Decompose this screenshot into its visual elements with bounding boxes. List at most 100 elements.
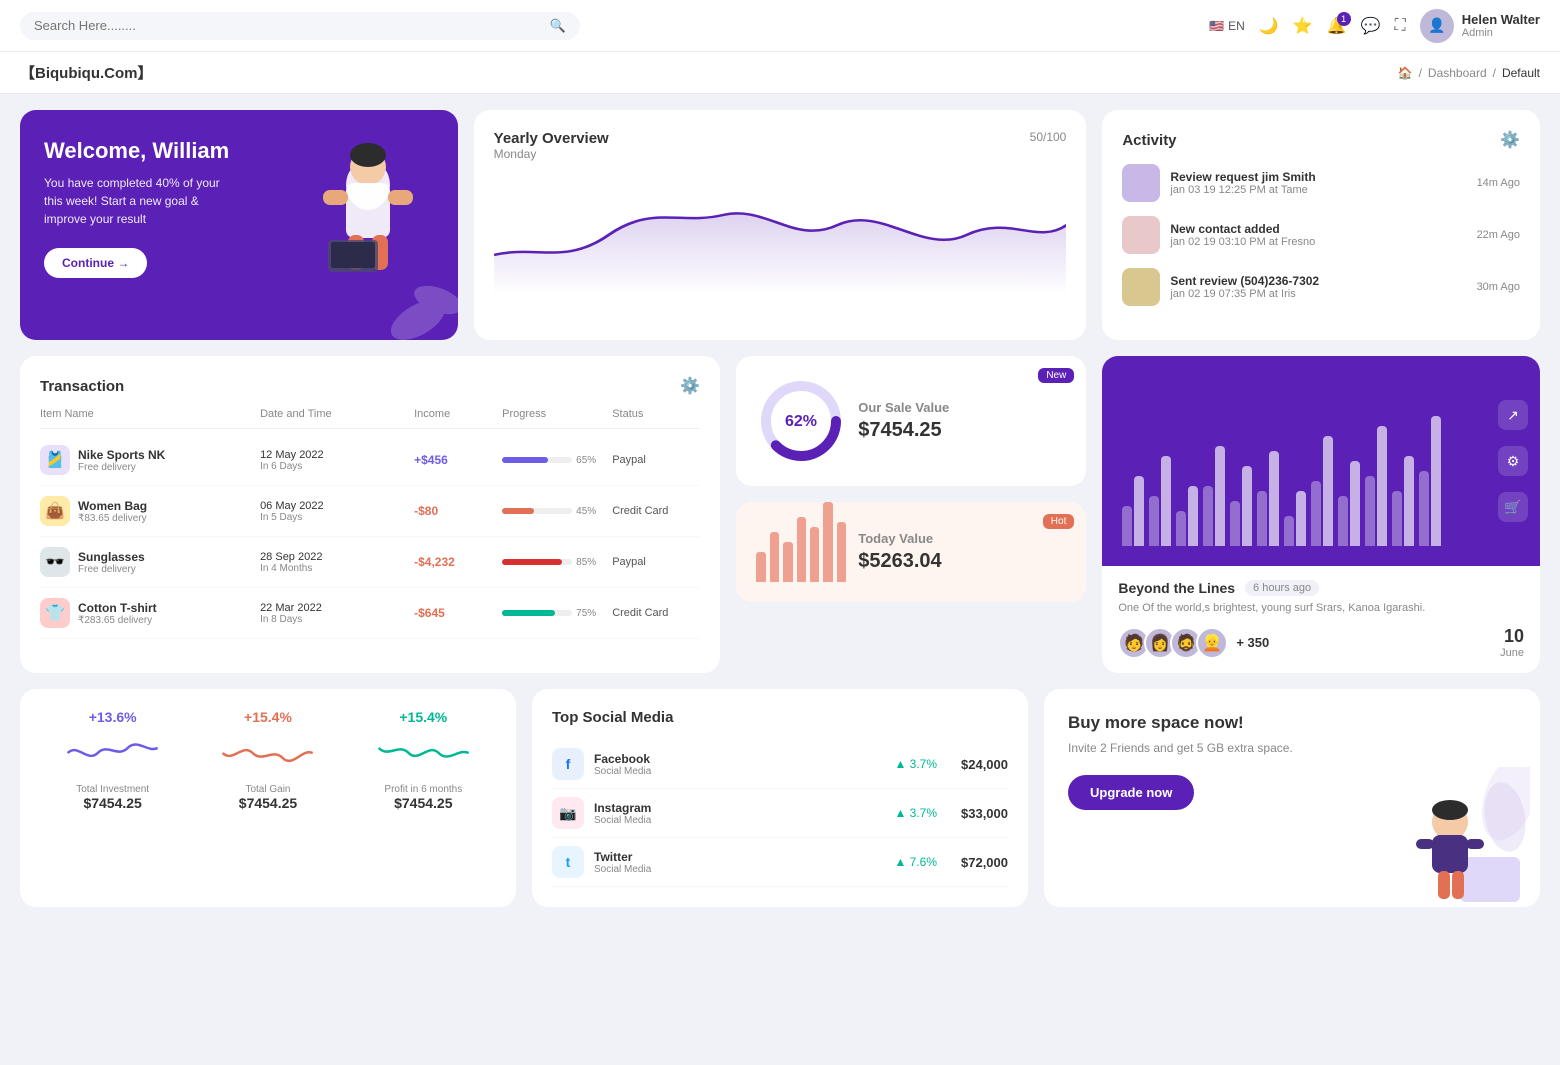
sale-label: Our Sale Value: [858, 400, 949, 415]
messages-icon[interactable]: 💬: [1361, 16, 1381, 36]
side-icons: ↗ ⚙ 🛒: [1498, 400, 1528, 522]
activity-item-sub: jan 02 19 07:35 PM at Iris: [1170, 288, 1466, 300]
hot-badge: Hot: [1043, 514, 1075, 529]
col-item-name: Item Name: [40, 408, 260, 420]
sale-column: New 62% Our Sale Value $7454.25: [736, 356, 1086, 673]
favorites-icon[interactable]: ⭐: [1293, 16, 1313, 36]
bar-group: [1203, 446, 1225, 546]
bar-col-light: [1392, 491, 1402, 546]
bar-col-light: [1311, 481, 1321, 546]
progress-fill: [502, 559, 562, 565]
dark-mode-toggle[interactable]: 🌙: [1259, 16, 1279, 36]
item-icon: 👜: [40, 496, 70, 526]
item-name: Nike Sports NK: [78, 448, 165, 462]
side-icon-3[interactable]: 🛒: [1498, 492, 1528, 522]
home-icon[interactable]: 🏠: [1398, 66, 1413, 80]
bar-col-light: [1419, 471, 1429, 546]
status-cell: Paypal: [612, 454, 700, 466]
activity-card: Activity ⚙️ Review request jim Smith jan…: [1102, 110, 1540, 340]
table-header: Item Name Date and Time Income Progress …: [40, 408, 700, 429]
bar-col-dark: [1431, 416, 1441, 546]
bottom-row: +13.6% Total Investment $7454.25 +15.4% …: [20, 689, 1540, 907]
upgrade-button[interactable]: Upgrade now: [1068, 775, 1194, 810]
side-icon-1[interactable]: ↗: [1498, 400, 1528, 430]
item-sub: ₹83.65 delivery: [78, 513, 147, 524]
search-icon: 🔍: [550, 18, 566, 34]
main-content: Welcome, William You have completed 40% …: [0, 94, 1560, 923]
social-type: Social Media: [594, 864, 651, 875]
bar-col-light: [1257, 491, 1267, 546]
yearly-overview-score: 50/100: [1030, 130, 1067, 144]
social-name: Instagram: [594, 801, 651, 815]
activity-thumb: [1122, 216, 1160, 254]
item-name: Cotton T-shirt: [78, 601, 157, 615]
beyond-title: Beyond the Lines: [1118, 580, 1235, 596]
activity-info: Review request jim Smith jan 03 19 12:25…: [1170, 170, 1466, 196]
stat-wave: [40, 733, 185, 773]
transaction-settings-icon[interactable]: ⚙️: [680, 376, 700, 396]
date-cell: 22 Mar 2022 In 8 Days: [260, 602, 414, 625]
yearly-chart: [494, 165, 1067, 295]
bar-item: [837, 522, 846, 582]
bar-col-dark: [1134, 476, 1144, 546]
yearly-overview-card: Yearly Overview Monday 50/100: [474, 110, 1087, 340]
current-page: Default: [1502, 66, 1540, 80]
social-type: Social Media: [594, 766, 651, 777]
item-icon: 🎽: [40, 445, 70, 475]
activity-time: 14m Ago: [1477, 177, 1520, 189]
notifications-icon[interactable]: 🔔 1: [1327, 16, 1347, 36]
social-growth: ▲ 7.6%: [894, 855, 937, 869]
social-icon: f: [552, 748, 584, 780]
activity-settings-icon[interactable]: ⚙️: [1500, 130, 1520, 150]
sale-value: $7454.25: [858, 419, 949, 442]
item-cell: 👕 Cotton T-shirt ₹283.65 delivery: [40, 598, 260, 628]
dashboard-link[interactable]: Dashboard: [1428, 66, 1487, 80]
social-info: Facebook Social Media: [594, 752, 651, 777]
item-sub: ₹283.65 delivery: [78, 615, 157, 626]
transaction-card: Transaction ⚙️ Item Name Date and Time I…: [20, 356, 720, 673]
activity-info: Sent review (504)236-7302 jan 02 19 07:3…: [1170, 274, 1466, 300]
item-cell: 🕶️ Sunglasses Free delivery: [40, 547, 260, 577]
search-input[interactable]: [34, 18, 542, 33]
stat-label: Profit in 6 months: [351, 784, 496, 795]
stat-wave: [195, 733, 340, 773]
status-cell: Paypal: [612, 556, 700, 568]
stat-value: $7454.25: [40, 795, 185, 811]
bar-col-light: [1122, 506, 1132, 546]
side-icon-2[interactable]: ⚙: [1498, 446, 1528, 476]
table-row: 🕶️ Sunglasses Free delivery 28 Sep 2022 …: [40, 537, 700, 588]
sub-date: In 8 Days: [260, 614, 414, 625]
stat-item: +13.6% Total Investment $7454.25: [40, 709, 185, 887]
progress-cell: 75%: [502, 608, 612, 619]
nav-right: 🇺🇸 EN 🌙 ⭐ 🔔 1 💬 ⛶ 👤 Helen Walter Admin: [1209, 9, 1540, 43]
bar-item: [823, 502, 832, 582]
social-icon: 📷: [552, 797, 584, 829]
bar-col-light: [1230, 501, 1240, 546]
bar-col-dark: [1188, 486, 1198, 546]
bar-item: [783, 542, 792, 582]
search-bar[interactable]: 🔍: [20, 12, 580, 40]
social-type: Social Media: [594, 815, 651, 826]
bar-item: [756, 552, 765, 582]
user-info[interactable]: 👤 Helen Walter Admin: [1420, 9, 1540, 43]
bar-group: [1419, 416, 1441, 546]
beyond-avatars: 🧑 👩 🧔 👱 + 350: [1118, 627, 1269, 659]
social-row: 📷 Instagram Social Media ▲ 3.7% $33,000: [552, 789, 1008, 838]
activity-item-title: Review request jim Smith: [1170, 170, 1466, 184]
welcome-card: Welcome, William You have completed 40% …: [20, 110, 458, 340]
today-info: Today Value $5263.04: [858, 531, 941, 573]
fullscreen-icon[interactable]: ⛶: [1395, 17, 1406, 35]
bar-group: [1230, 466, 1252, 546]
bar-col-dark: [1242, 466, 1252, 546]
continue-button[interactable]: Continue →: [44, 248, 147, 278]
main-date: 28 Sep 2022: [260, 551, 414, 563]
date-cell: 12 May 2022 In 6 Days: [260, 449, 414, 472]
language-selector[interactable]: 🇺🇸 EN: [1209, 19, 1245, 33]
social-media-card: Top Social Media f Facebook Social Media…: [532, 689, 1028, 907]
item-icon: 🕶️: [40, 547, 70, 577]
activity-item-sub: jan 03 19 12:25 PM at Tame: [1170, 184, 1466, 196]
stat-percent: +15.4%: [351, 709, 496, 725]
progress-bar: [502, 457, 572, 463]
bar-item: [770, 532, 779, 582]
top-row: Welcome, William You have completed 40% …: [20, 110, 1540, 340]
